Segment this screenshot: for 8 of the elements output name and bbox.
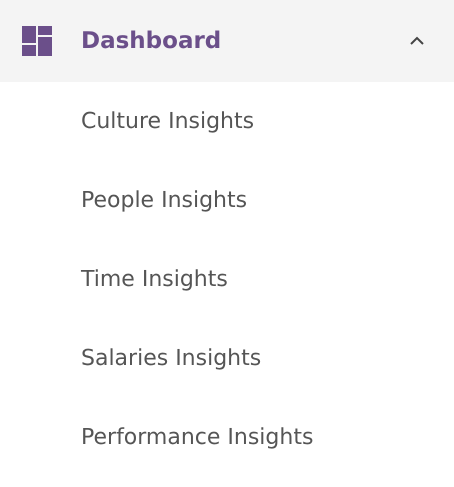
dashboard-icon [22,26,52,56]
dashboard-menu-header[interactable]: Dashboard [0,0,454,82]
menu-item[interactable]: Culture Insights [0,82,454,161]
dashboard-label: Dashboard [81,26,222,56]
menu-item[interactable]: People Insights [0,161,454,240]
menu-item[interactable]: Salaries Insights [0,319,454,398]
menu-item[interactable]: Time Insights [0,240,454,319]
menu-item[interactable]: Performance Insights [0,398,454,477]
